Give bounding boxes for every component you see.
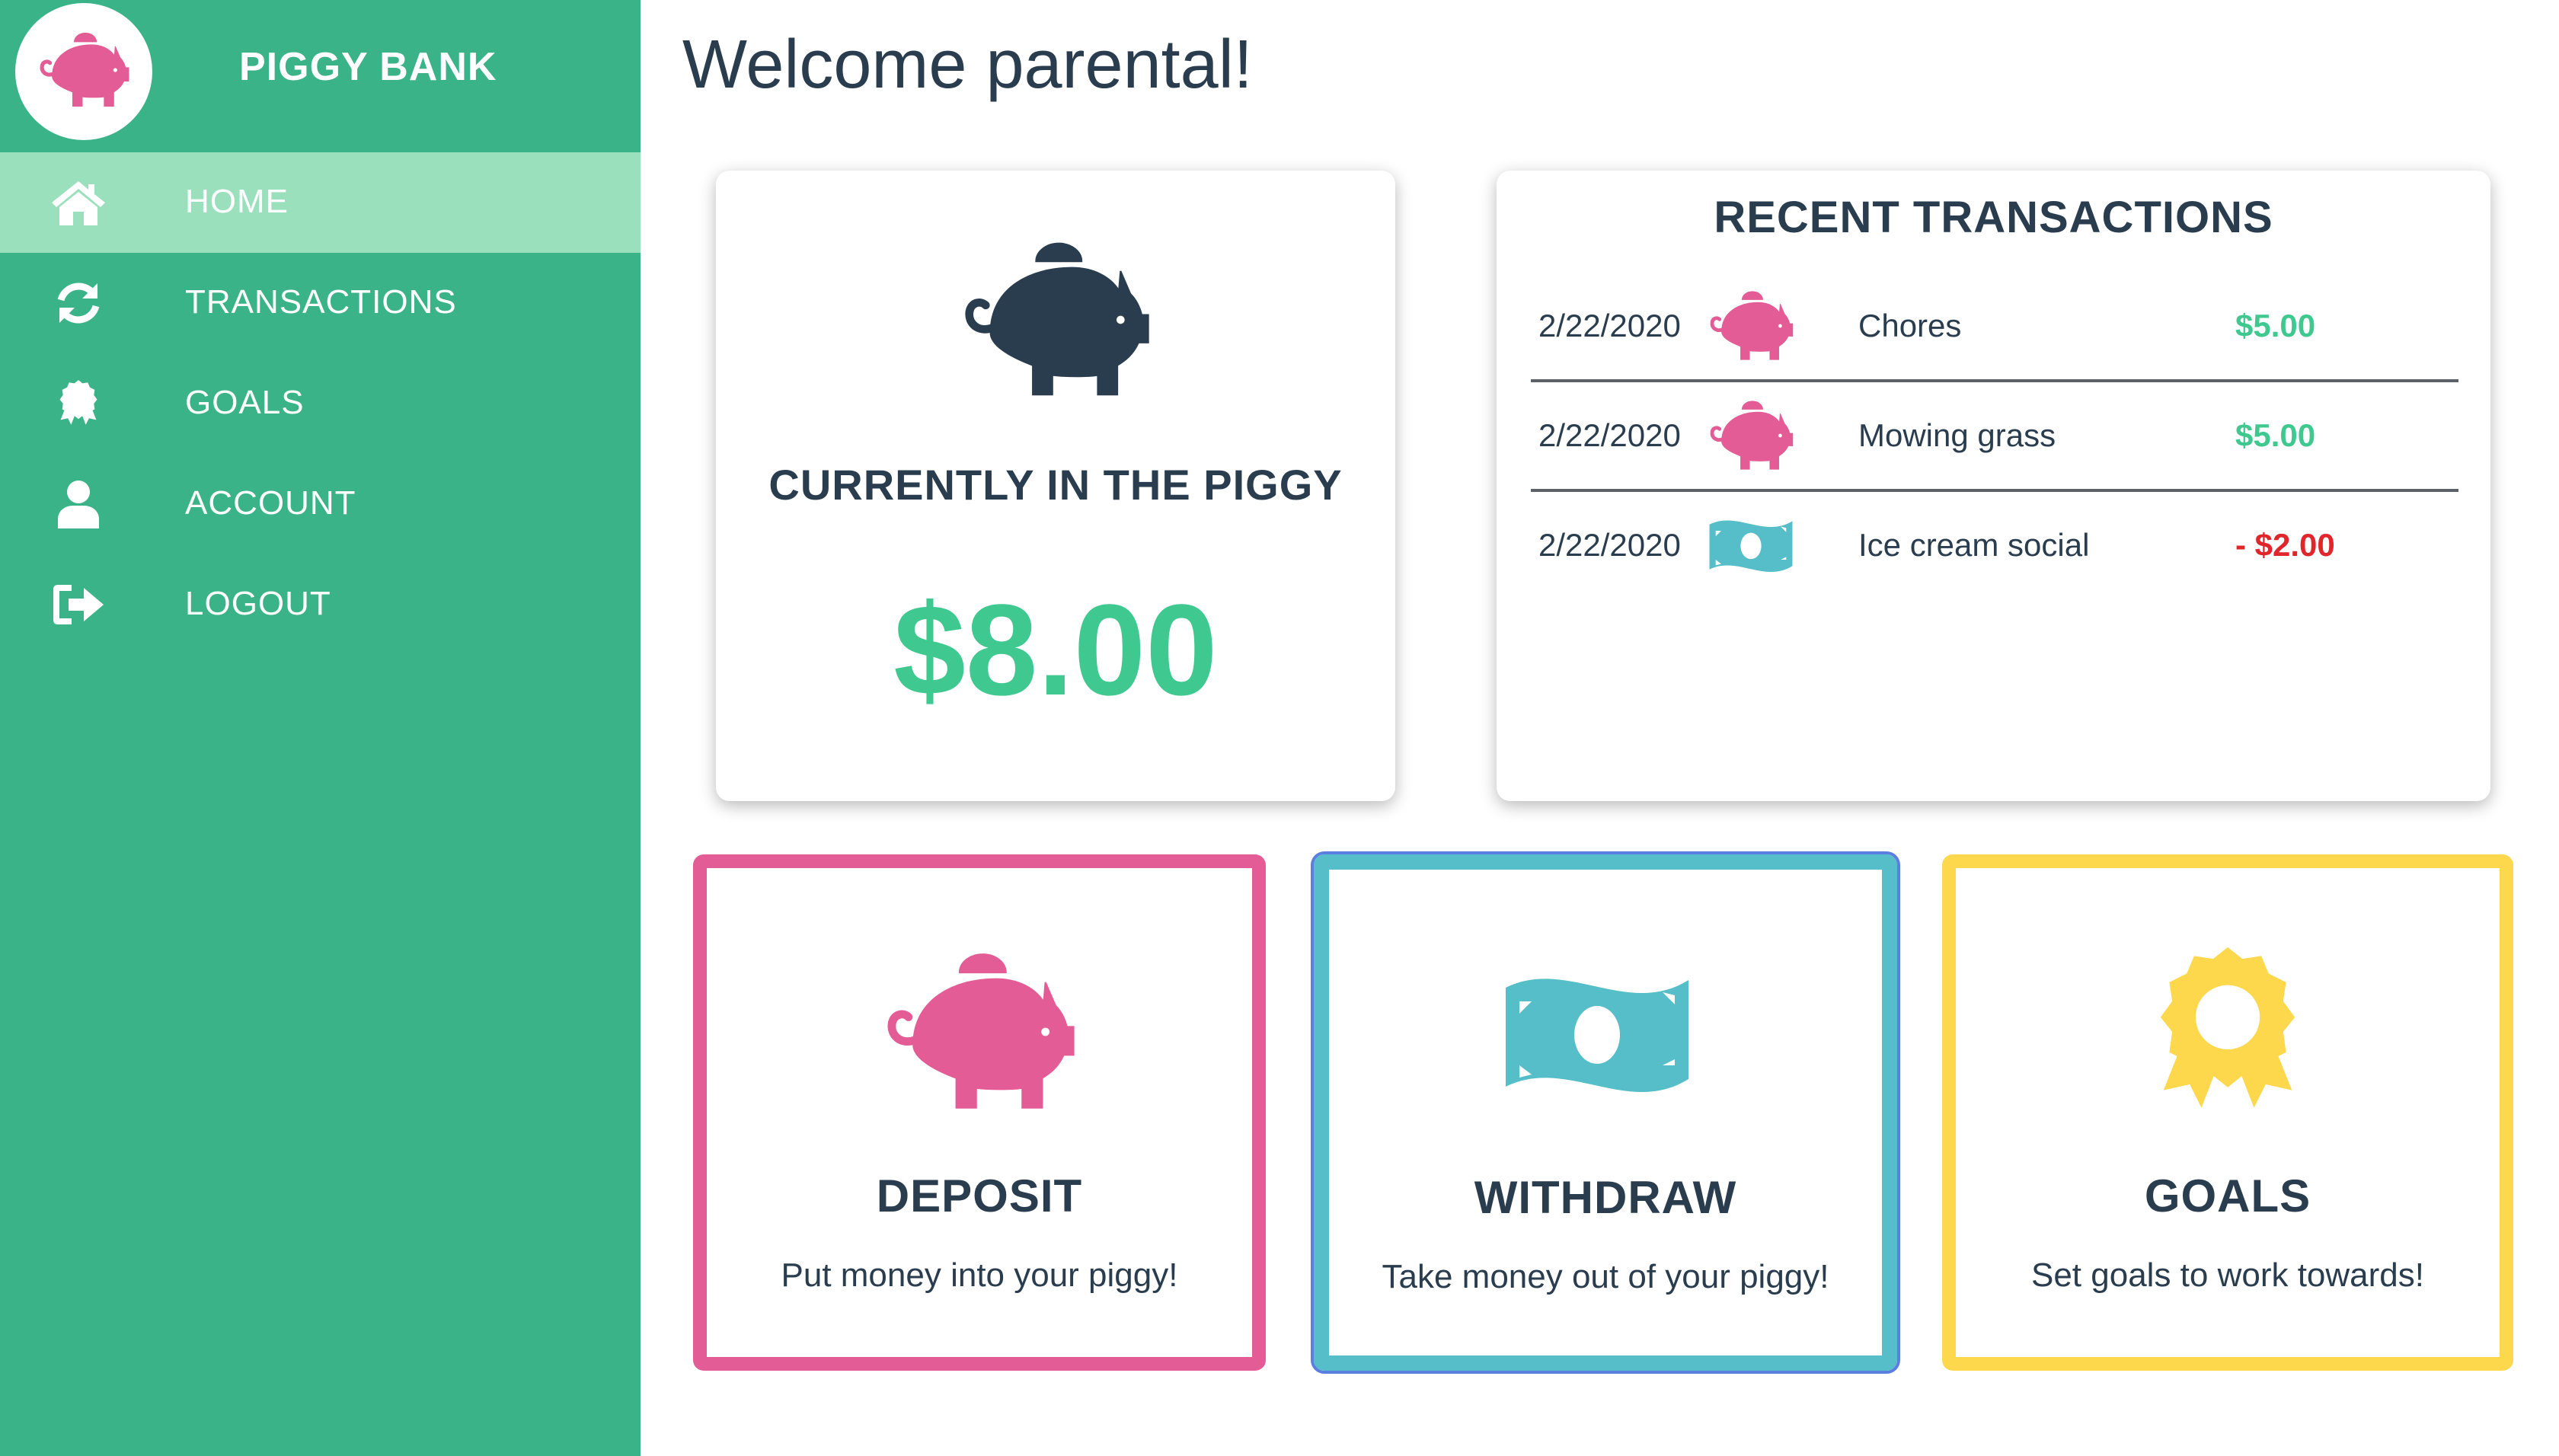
piggy-bank-icon bbox=[958, 236, 1153, 404]
table-row[interactable]: 2/22/2020 Mowing grass $5.00 bbox=[1531, 382, 2458, 492]
sidebar-item-logout[interactable]: LOGOUT bbox=[0, 554, 641, 655]
balance-label: CURRENTLY IN THE PIGGY bbox=[768, 461, 1343, 509]
money-bill-icon bbox=[1706, 509, 1796, 582]
deposit-subtitle: Put money into your piggy! bbox=[781, 1256, 1178, 1294]
goals-subtitle: Set goals to work towards! bbox=[2030, 1256, 2424, 1294]
withdraw-title: WITHDRAW bbox=[1474, 1172, 1737, 1223]
transaction-description: Chores bbox=[1858, 308, 1962, 343]
piggy-bank-icon bbox=[1706, 399, 1796, 472]
sidebar: PIGGY BANK HOME TRANSACTIONS GOALS ACCOU… bbox=[0, 0, 641, 1456]
piggy-bank-icon bbox=[37, 30, 131, 110]
withdraw-subtitle: Take money out of your piggy! bbox=[1382, 1258, 1829, 1295]
piggy-bank-icon bbox=[880, 944, 1078, 1119]
refresh-icon bbox=[50, 279, 107, 327]
sidebar-item-account[interactable]: ACCOUNT bbox=[0, 454, 641, 554]
withdraw-card[interactable]: WITHDRAW Take money out of your piggy! bbox=[1311, 851, 1900, 1374]
sign-out-icon bbox=[50, 580, 107, 629]
goals-title: GOALS bbox=[2144, 1170, 2311, 1221]
sidebar-item-label: TRANSACTIONS bbox=[185, 283, 457, 321]
brand-header: PIGGY BANK bbox=[0, 0, 641, 152]
money-bill-icon bbox=[1498, 946, 1696, 1121]
transaction-date: 2/22/2020 bbox=[1538, 308, 1681, 343]
balance-amount: $8.00 bbox=[893, 578, 1218, 723]
piggy-bank-icon bbox=[1706, 289, 1796, 362]
transaction-description: Ice cream social bbox=[1858, 527, 2090, 563]
balance-card: CURRENTLY IN THE PIGGY $8.00 bbox=[716, 171, 1395, 801]
transaction-date: 2/22/2020 bbox=[1538, 527, 1681, 563]
sidebar-item-goals[interactable]: GOALS bbox=[0, 353, 641, 454]
sidebar-item-home[interactable]: HOME bbox=[0, 152, 641, 253]
sidebar-item-label: ACCOUNT bbox=[185, 484, 356, 522]
sidebar-nav: HOME TRANSACTIONS GOALS ACCOUNT LOGOUT bbox=[0, 152, 641, 655]
transaction-description: Mowing grass bbox=[1858, 417, 2056, 453]
page-title: Welcome parental! bbox=[682, 27, 1253, 103]
sidebar-item-label: HOME bbox=[185, 183, 289, 220]
award-icon bbox=[50, 379, 107, 428]
logo[interactable] bbox=[15, 3, 152, 140]
app-title: PIGGY BANK bbox=[239, 45, 497, 89]
home-icon bbox=[50, 178, 107, 227]
table-row[interactable]: 2/22/2020 Chores $5.00 bbox=[1531, 273, 2458, 382]
transaction-amount: - $2.00 bbox=[2235, 527, 2335, 563]
table-row[interactable]: 2/22/2020 Ice cream social - $2.00 bbox=[1531, 492, 2458, 599]
goals-card[interactable]: GOALS Set goals to work towards! bbox=[1942, 854, 2513, 1371]
award-icon bbox=[2129, 944, 2327, 1119]
transaction-date: 2/22/2020 bbox=[1538, 417, 1681, 453]
transactions-list: 2/22/2020 Chores $5.00 2/22/2020 Mowing … bbox=[1531, 273, 2458, 599]
recent-transactions-card: RECENT TRANSACTIONS 2/22/2020 Chores $5.… bbox=[1497, 171, 2490, 801]
sidebar-item-label: GOALS bbox=[185, 384, 305, 421]
sidebar-item-transactions[interactable]: TRANSACTIONS bbox=[0, 253, 641, 353]
transaction-amount: $5.00 bbox=[2235, 417, 2316, 453]
sidebar-item-label: LOGOUT bbox=[185, 585, 331, 622]
deposit-title: DEPOSIT bbox=[876, 1170, 1083, 1221]
transaction-amount: $5.00 bbox=[2235, 308, 2316, 343]
deposit-card[interactable]: DEPOSIT Put money into your piggy! bbox=[693, 854, 1266, 1371]
recent-transactions-title: RECENT TRANSACTIONS bbox=[1714, 193, 2273, 242]
user-icon bbox=[50, 480, 107, 528]
